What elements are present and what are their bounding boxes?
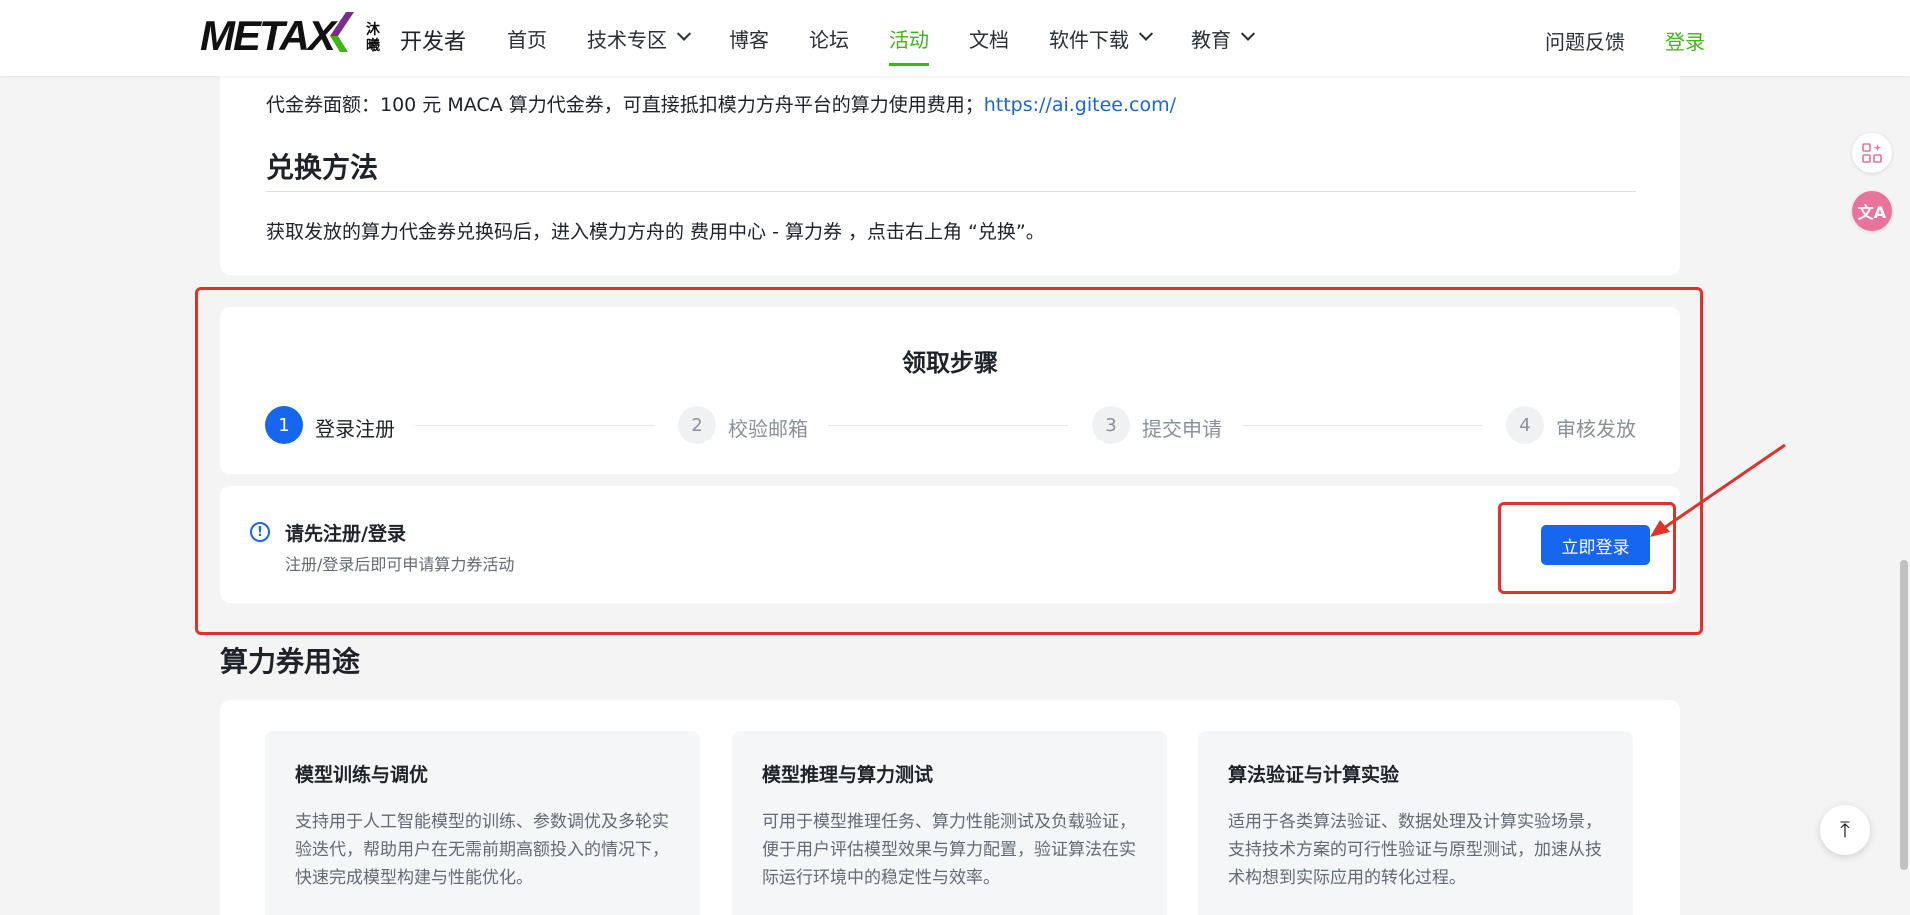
- nav-item-forum[interactable]: 论坛: [809, 0, 849, 76]
- voucher-usage-heading: 算力券用途: [220, 645, 361, 678]
- feedback-link[interactable]: 问题反馈: [1545, 26, 1625, 55]
- back-to-top-button[interactable]: ⤒: [1820, 805, 1870, 855]
- usage-item-title: 算法验证与计算实验: [1228, 764, 1400, 786]
- translate-icon[interactable]: 文A: [1852, 191, 1892, 231]
- info-icon: !: [250, 522, 270, 542]
- page-scrollbar[interactable]: [1900, 560, 1908, 870]
- apps-grid-icon: [1862, 143, 1882, 163]
- chevron-down-icon: [1138, 26, 1154, 41]
- step-connector: [415, 425, 655, 426]
- step-connector: [1242, 425, 1482, 426]
- nav-label: 论坛: [809, 27, 849, 52]
- usage-item-desc: 可用于模型推理任务、算力性能测试及负载验证，便于用户评估模型效果与算力配置，验证…: [762, 812, 1136, 888]
- notice-title: 请先注册/登录: [285, 523, 406, 545]
- claim-steps-card: [220, 307, 1680, 474]
- gitee-ai-link[interactable]: https://ai.gitee.com/: [984, 94, 1176, 116]
- header-login-link[interactable]: 登录: [1665, 26, 1705, 55]
- logo-cn: 沐曦: [366, 22, 380, 54]
- nav-item-education[interactable]: 教育: [1191, 0, 1256, 76]
- step-2-number: 2: [678, 406, 716, 444]
- arrow-up-to-top-icon: ⤒: [1840, 817, 1850, 843]
- heading-divider: [266, 191, 1636, 192]
- step-1-number: 1: [265, 406, 303, 444]
- main-nav: 首页 技术专区 博客 论坛 活动 文档 软件下载 教育: [507, 0, 1293, 76]
- exchange-method-description: 获取发放的算力代金券兑换码后，进入模力方舟的 费用中心 - 算力券 ，点击右上角…: [266, 221, 1045, 243]
- chevron-down-icon: [1240, 26, 1256, 41]
- nav-item-docs[interactable]: 文档: [969, 0, 1009, 76]
- brand-developer-label[interactable]: 开发者: [400, 24, 466, 56]
- apps-sparkle-icon[interactable]: [1852, 133, 1892, 173]
- step-4-number: 4: [1506, 406, 1544, 444]
- exchange-method-heading: 兑换方法: [266, 151, 379, 184]
- nav-item-home[interactable]: 首页: [507, 0, 547, 76]
- logo-wordmark: METAX: [200, 12, 336, 59]
- step-1-label: 登录注册: [315, 417, 395, 441]
- step-3-number: 3: [1092, 406, 1130, 444]
- step-4-label: 审核发放: [1556, 417, 1636, 441]
- notice-subtitle: 注册/登录后即可申请算力券活动: [285, 555, 515, 574]
- login-required-notice: [220, 486, 1680, 603]
- nav-label: 博客: [729, 27, 769, 52]
- voucher-text: 代金券面额：100 元 MACA 算力代金券，可直接抵扣模力方舟平台的算力使用费…: [266, 94, 984, 116]
- step-2-label: 校验邮箱: [728, 417, 808, 441]
- chevron-down-icon: [676, 26, 692, 41]
- step-3-label: 提交申请: [1142, 417, 1222, 441]
- claim-steps-title: 领取步骤: [902, 349, 998, 377]
- nav-item-downloads[interactable]: 软件下载: [1049, 0, 1154, 76]
- nav-label: 软件下载: [1049, 27, 1129, 52]
- nav-item-tech-zone[interactable]: 技术专区: [587, 0, 692, 76]
- usage-item-desc: 支持用于人工智能模型的训练、参数调优及多轮实验迭代，帮助用户在无需前期高额投入的…: [295, 812, 669, 888]
- nav-label: 文档: [969, 27, 1009, 52]
- nav-label: 教育: [1191, 27, 1231, 52]
- usage-item-title: 模型训练与调优: [295, 764, 429, 786]
- nav-label: 技术专区: [587, 27, 667, 52]
- top-navbar: METAX 沐曦 开发者 首页 技术专区 博客 论坛 活动 文档 软件下载 教育…: [0, 0, 1910, 76]
- step-connector: [828, 425, 1068, 426]
- logo-x-accent-icon: [330, 12, 354, 52]
- nav-label: 首页: [507, 27, 547, 52]
- usage-item-title: 模型推理与算力测试: [762, 764, 934, 786]
- nav-item-events[interactable]: 活动: [889, 0, 929, 76]
- voucher-amount-text: 代金券面额：100 元 MACA 算力代金券，可直接抵扣模力方舟平台的算力使用费…: [266, 90, 1176, 117]
- login-now-button[interactable]: 立即登录: [1541, 525, 1650, 565]
- nav-label: 活动: [889, 27, 929, 52]
- usage-item-desc: 适用于各类算法验证、数据处理及计算实验场景，支持技术方案的可行性验证与原型测试，…: [1228, 812, 1602, 888]
- nav-item-blog[interactable]: 博客: [729, 0, 769, 76]
- metax-logo[interactable]: METAX: [200, 12, 336, 60]
